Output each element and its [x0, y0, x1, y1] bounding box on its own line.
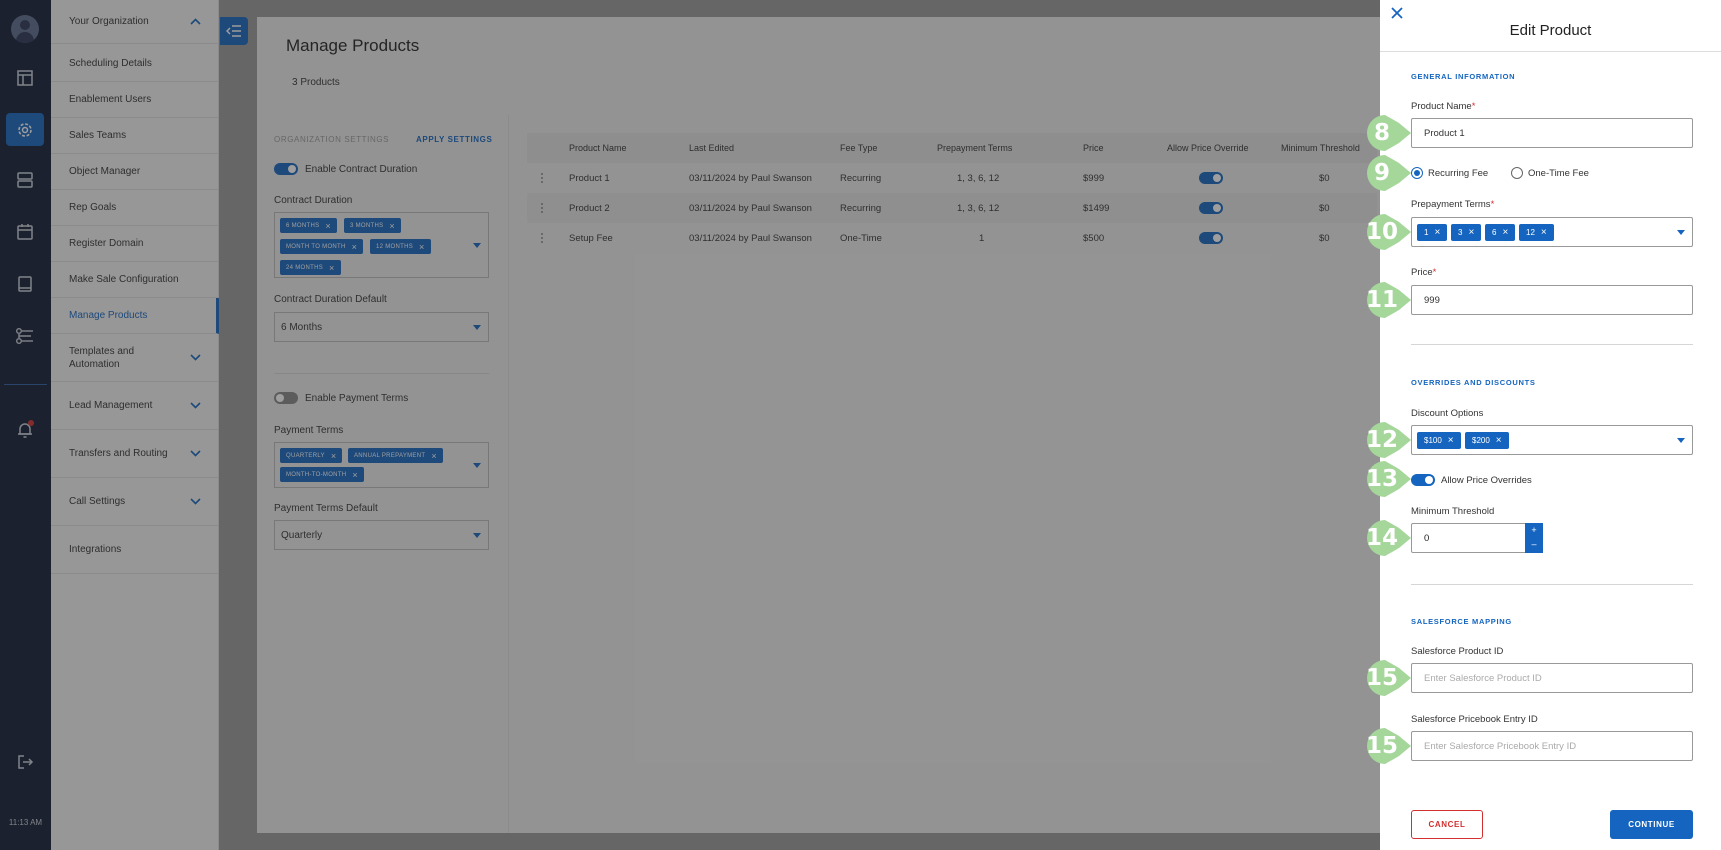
continue-button[interactable]: CONTINUE — [1610, 810, 1693, 839]
min-threshold-stepper[interactable]: 0 + – — [1411, 523, 1543, 553]
prepayment-chip[interactable]: 3 × — [1451, 224, 1482, 241]
sf-pricebook-input[interactable]: Enter Salesforce Pricebook Entry ID — [1411, 731, 1693, 761]
prepayment-terms-select[interactable]: 1 × 3 × 6 × 12 × — [1411, 217, 1693, 247]
close-icon[interactable] — [1389, 5, 1405, 21]
price-label: Price* — [1411, 267, 1437, 278]
product-name-input[interactable]: Product 1 — [1411, 118, 1693, 148]
remove-chip-icon: × — [1447, 435, 1454, 446]
one-time-fee-label: One-Time Fee — [1528, 168, 1589, 179]
callout-marker: 12 — [1365, 420, 1415, 460]
discount-chip[interactable]: $200 × — [1465, 432, 1509, 449]
edit-product-drawer: Edit Product GENERAL INFORMATION Product… — [1380, 0, 1721, 850]
callout-marker: 9 — [1365, 153, 1415, 193]
callout-marker: 15 — [1365, 726, 1415, 766]
section-divider — [1411, 344, 1693, 345]
stepper-buttons: + – — [1525, 523, 1543, 553]
remove-chip-icon: × — [1502, 227, 1509, 238]
app-window: 11:13 AM Your Organization Scheduling De… — [0, 0, 1721, 850]
cancel-button[interactable]: CANCEL — [1411, 810, 1483, 839]
callout-marker: 14 — [1365, 518, 1415, 558]
one-time-fee-radio[interactable] — [1511, 167, 1523, 179]
overrides-header: OVERRIDES AND DISCOUNTS — [1411, 378, 1536, 387]
sf-product-id-input[interactable]: Enter Salesforce Product ID — [1411, 663, 1693, 693]
remove-chip-icon: × — [1468, 227, 1475, 238]
remove-chip-icon: × — [1540, 227, 1547, 238]
increment-button[interactable]: + — [1525, 523, 1543, 537]
prepayment-chip[interactable]: 6 × — [1485, 224, 1516, 241]
callout-marker: 8 — [1365, 113, 1415, 153]
prepayment-terms-label: Prepayment Terms* — [1411, 199, 1495, 210]
sf-pricebook-label: Salesforce Pricebook Entry ID — [1411, 714, 1538, 725]
min-threshold-label: Minimum Threshold — [1411, 506, 1495, 517]
callout-marker: 11 — [1365, 280, 1415, 320]
remove-chip-icon: × — [1434, 227, 1441, 238]
prepayment-chip[interactable]: 1 × — [1417, 224, 1448, 241]
modal-overlay[interactable] — [0, 0, 1380, 850]
callout-marker: 15 — [1365, 658, 1415, 698]
section-divider — [1411, 584, 1693, 585]
sf-product-id-label: Salesforce Product ID — [1411, 646, 1504, 657]
drawer-title: Edit Product — [1509, 22, 1592, 39]
recurring-fee-label: Recurring Fee — [1428, 168, 1489, 179]
general-info-header: GENERAL INFORMATION — [1411, 72, 1516, 81]
discount-options-label: Discount Options — [1411, 408, 1484, 419]
allow-price-overrides-label: Allow Price Overrides — [1441, 475, 1532, 486]
decrement-button[interactable]: – — [1525, 537, 1543, 551]
dropdown-caret-icon[interactable] — [1677, 230, 1685, 235]
dropdown-caret-icon[interactable] — [1677, 438, 1685, 443]
product-name-label: Product Name* — [1411, 101, 1476, 112]
discount-options-select[interactable]: $100 × $200 × — [1411, 425, 1693, 455]
drawer-header-divider — [1380, 51, 1721, 52]
prepayment-chip[interactable]: 12 × — [1519, 224, 1554, 241]
remove-chip-icon: × — [1495, 435, 1502, 446]
salesforce-header: SALESFORCE MAPPING — [1411, 617, 1512, 626]
price-input[interactable]: 999 — [1411, 285, 1693, 315]
discount-chip[interactable]: $100 × — [1417, 432, 1461, 449]
callout-marker: 10 — [1365, 212, 1415, 252]
callout-marker: 13 — [1365, 459, 1415, 499]
